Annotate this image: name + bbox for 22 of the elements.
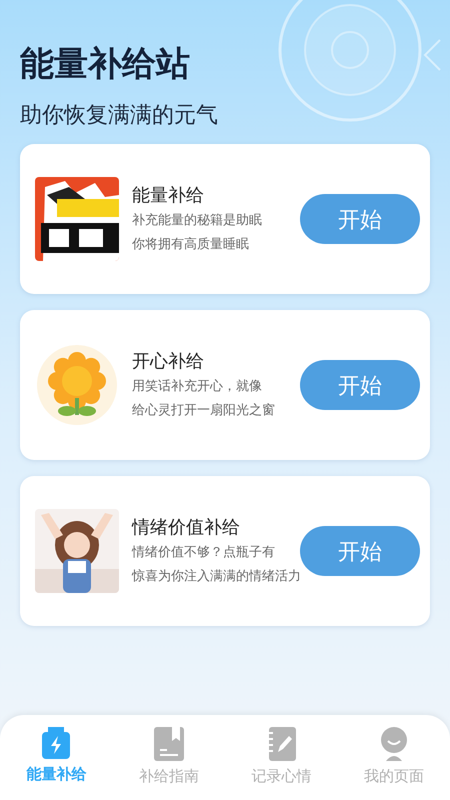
tab-item[interactable]: 我的页面 (338, 727, 450, 800)
start-button[interactable]: 开始 (300, 526, 420, 576)
page-title: 能量补给站 (20, 44, 190, 85)
tab-item[interactable]: 补给指南 (112, 727, 225, 800)
tab-item[interactable]: 记录心情 (225, 727, 338, 800)
card-title: 开心补给 (132, 350, 204, 373)
card-title: 情绪价值补给 (132, 516, 240, 539)
notebook-icon (266, 727, 296, 761)
card-description: 补充能量的秘籍是助眠 (132, 211, 262, 229)
tab-item[interactable]: 能量补给 (0, 727, 112, 800)
card-description: 用笑话补充开心，就像 (132, 377, 262, 395)
start-button[interactable]: 开始 (300, 360, 420, 410)
book-icon (154, 727, 184, 761)
card-description: 情绪价值不够？点瓶子有 (132, 543, 275, 561)
card-description: 给心灵打开一扇阳光之窗 (132, 401, 275, 419)
card-description: 惊喜为你注入满满的情绪活力 (132, 567, 301, 585)
page-subtitle: 助你恢复满满的元气 (20, 101, 218, 129)
card-title: 能量补给 (132, 184, 204, 207)
user-icon (380, 727, 408, 761)
card-description: 你将拥有高质量睡眠 (132, 235, 249, 253)
bottle-icon (42, 727, 70, 759)
start-button[interactable]: 开始 (300, 194, 420, 244)
